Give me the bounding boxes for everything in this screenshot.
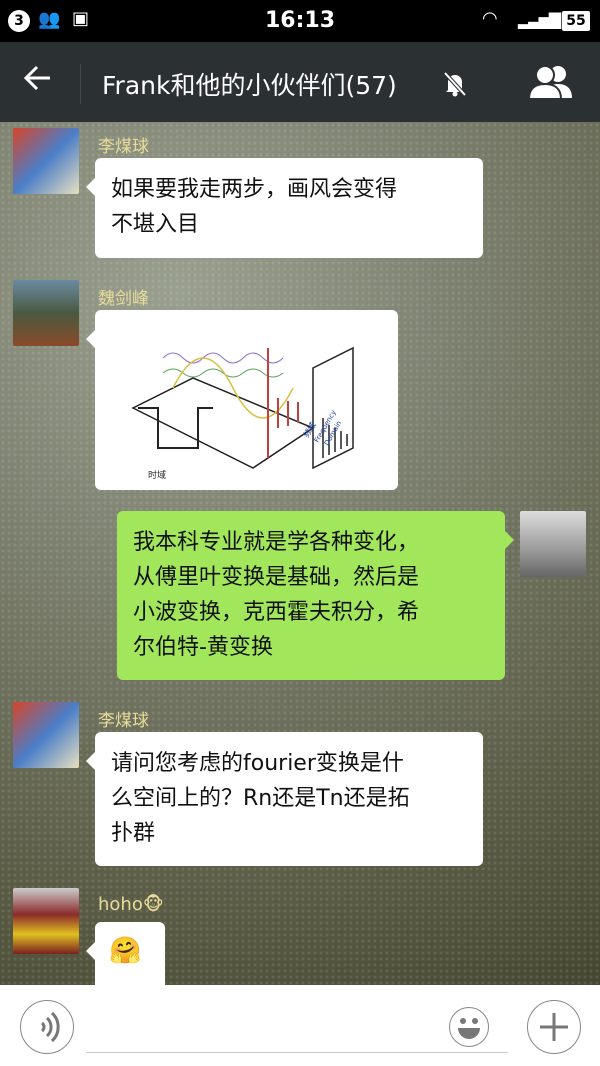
clock: 16:13 <box>264 8 336 33</box>
message-line: 扑群 <box>111 821 156 846</box>
message-line: 请问您考虑的fourier变换是什 <box>111 751 404 776</box>
sender-name: 魏剑峰 <box>98 289 149 309</box>
message-bubble[interactable]: 如果要我走两步，画风会变得 不堪入目 <box>86 158 483 258</box>
message-line: 么空间上的？Rn还是Tn还是拓 <box>111 786 410 811</box>
emoji-message[interactable]: 🤗 <box>86 922 165 985</box>
sender-name: hoho🐵 <box>98 894 164 915</box>
signal-icon: ▂▃▅▇ <box>518 10 561 29</box>
back-button[interactable] <box>22 62 54 103</box>
plus-icon <box>540 1013 568 1041</box>
chat-header: Frank和他的小伙伴们(57) <box>0 42 600 122</box>
bell-muted-icon <box>443 71 467 97</box>
avatar[interactable] <box>13 702 79 768</box>
image-message[interactable]: 时域 频域 Frequency Domain <box>86 310 398 490</box>
arrow-left-icon <box>23 65 50 91</box>
group-icon <box>527 65 572 100</box>
message-line: 不堪入目 <box>111 212 200 237</box>
message-line: 尔伯特-黄变换 <box>133 635 273 660</box>
sender-name: 李煤球 <box>98 137 149 157</box>
message-line: 从傅里叶变换是基础，然后是 <box>133 565 420 590</box>
message-list[interactable]: 李煤球 如果要我走两步，画风会变得 不堪入目 魏剑峰 时域 频域 Frequen… <box>0 122 600 985</box>
message-line: 我本科专业就是学各种变化， <box>133 530 420 555</box>
message-bubble[interactable]: 我本科专业就是学各种变化， 从傅里叶变换是基础，然后是 小波变换，克西霍夫积分，… <box>117 511 514 680</box>
battery-indicator: 55 <box>562 11 590 31</box>
voice-button[interactable] <box>20 1000 74 1054</box>
message-line: 小波变换，克西霍夫积分，希 <box>133 600 420 625</box>
sender-name: 李煤球 <box>98 711 149 731</box>
message-bubble[interactable]: 请问您考虑的fourier变换是什 么空间上的？Rn还是Tn还是拓 扑群 <box>86 732 483 866</box>
divider <box>80 64 81 104</box>
fourier-transform-image: 时域 频域 Frequency Domain <box>131 346 354 481</box>
self-avatar[interactable] <box>520 511 586 577</box>
input-bar <box>0 985 600 1066</box>
avatar[interactable] <box>13 280 79 346</box>
smiley-icon <box>458 1018 480 1039</box>
chat-title: Frank和他的小伙伴们(57) <box>102 71 397 100</box>
avatar[interactable] <box>13 128 79 194</box>
emoji: 🤗 <box>109 936 142 966</box>
message-input[interactable] <box>86 1052 508 1053</box>
image-label: 时域 <box>148 469 166 481</box>
avatar[interactable] <box>13 888 79 954</box>
wifi-icon: ◠ <box>482 8 498 29</box>
voice-icon <box>40 1011 60 1043</box>
group-members-button[interactable] <box>527 64 576 104</box>
more-button[interactable] <box>527 1000 581 1054</box>
emoji-button[interactable] <box>449 1007 489 1047</box>
message-line: 如果要我走两步，画风会变得 <box>111 177 398 202</box>
status-bar: 3 👥 ▣ 16:13 ◠ ▂▃▅▇ 55 <box>0 0 600 42</box>
